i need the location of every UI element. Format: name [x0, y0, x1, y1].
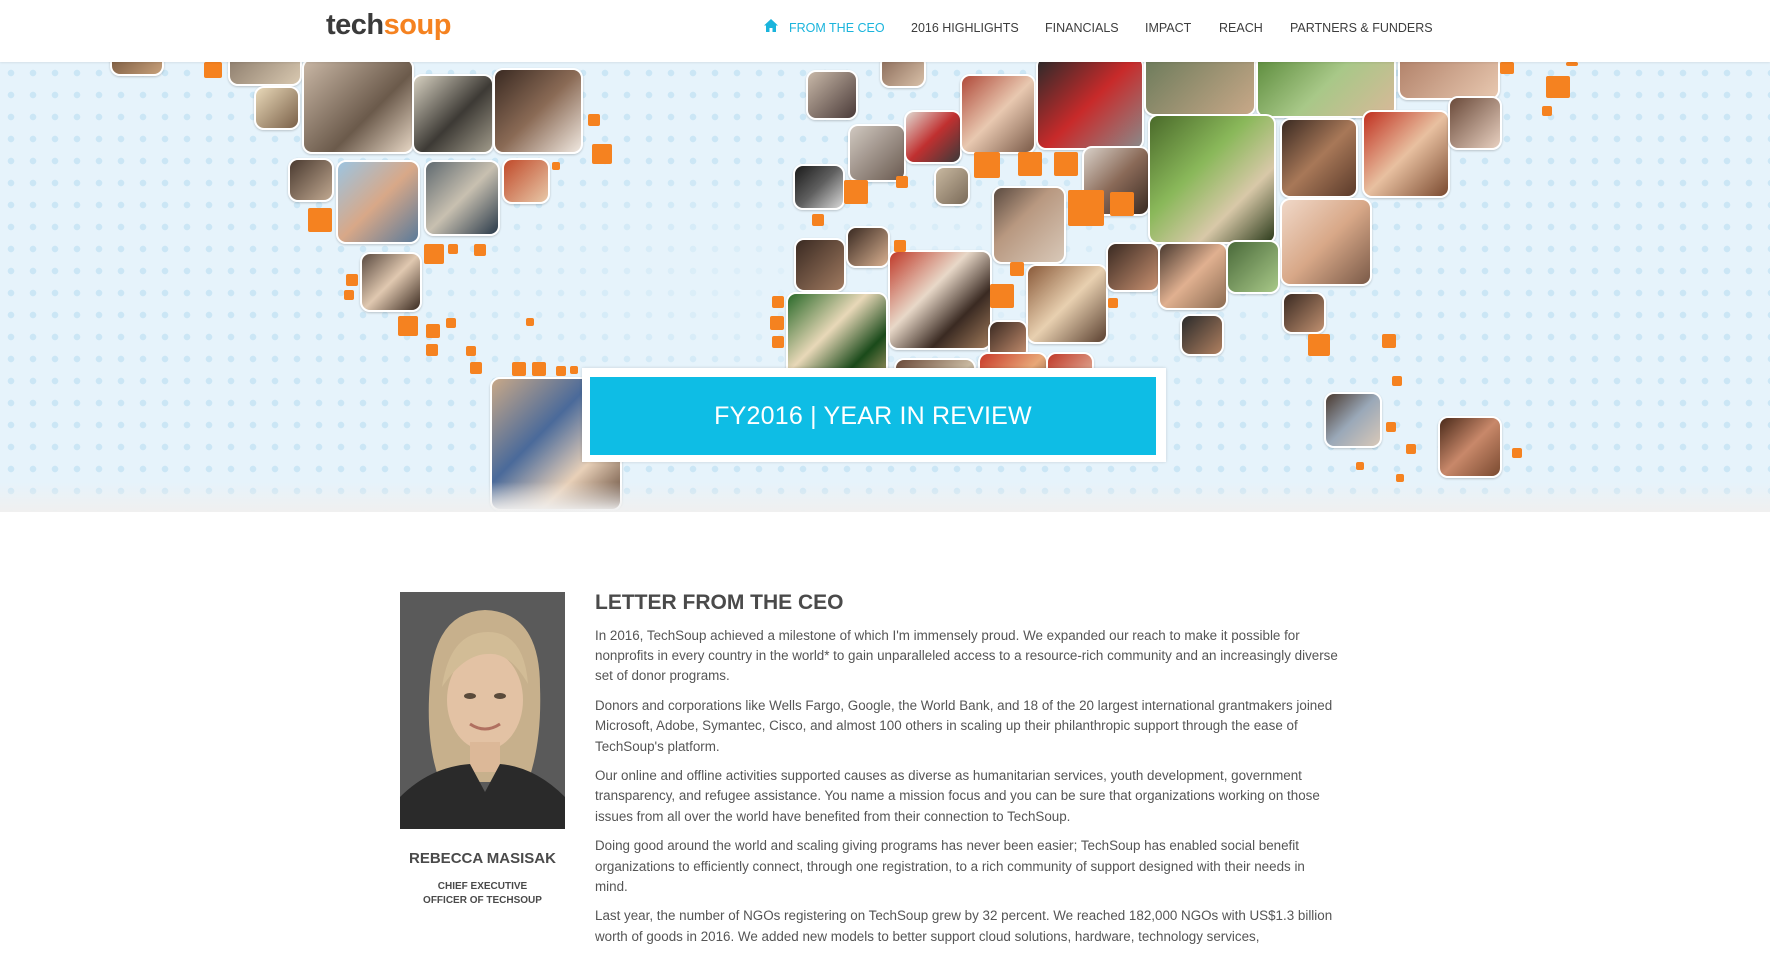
photo-tile — [360, 252, 422, 312]
ceo-portrait-illustration — [400, 592, 565, 829]
photo-tile — [1036, 62, 1144, 150]
photo-tile — [302, 62, 414, 154]
home-icon[interactable] — [763, 18, 779, 34]
ceo-portrait — [400, 592, 565, 829]
photo-tile — [254, 86, 300, 130]
photo-tile — [1324, 392, 1382, 448]
nav-from-the-ceo[interactable]: FROM THE CEO — [789, 21, 885, 35]
photo-tile — [228, 62, 302, 86]
photo-tile — [888, 250, 992, 350]
photo-tile — [848, 124, 906, 182]
photo-tile — [1106, 242, 1160, 292]
photo-tile — [1448, 96, 1502, 150]
site-header: techsoup FROM THE CEO 2016 HIGHLIGHTS FI… — [0, 0, 1770, 62]
letter-paragraph: Doing good around the world and scaling … — [595, 838, 1305, 894]
photo-tile — [1438, 416, 1502, 478]
letter-paragraph: In 2016, TechSoup achieved a milestone o… — [595, 628, 1338, 684]
ceo-title-line2: OFFICER OF TECHSOUP — [423, 895, 542, 906]
photo-tile — [110, 62, 164, 76]
photo-tile — [960, 74, 1036, 154]
logo-soup: soup — [383, 9, 452, 41]
ceo-name: REBECCA MASISAK — [409, 850, 556, 867]
techsoup-logo[interactable]: techsoup — [326, 9, 451, 42]
photo-tile — [1280, 198, 1372, 286]
photo-tile — [1398, 62, 1500, 100]
hero-photo-map: FY2016 | YEAR IN REVIEW — [0, 62, 1770, 512]
nav-financials[interactable]: FINANCIALS — [1045, 21, 1119, 35]
photo-tile — [1280, 118, 1358, 198]
photo-tile — [412, 74, 494, 154]
nav-2016-highlights[interactable]: 2016 HIGHLIGHTS — [911, 21, 1019, 35]
letter-heading: LETTER FROM THE CEO — [595, 591, 844, 614]
nav-impact[interactable]: IMPACT — [1145, 21, 1191, 35]
letter-paragraph: Our online and offline activities suppor… — [595, 768, 1320, 824]
photo-tile — [806, 70, 858, 120]
photo-tile — [502, 158, 550, 204]
photo-tile — [880, 62, 926, 88]
photo-tile — [424, 160, 500, 236]
letter-paragraph: Last year, the number of NGOs registerin… — [595, 908, 1333, 944]
photo-tile — [1226, 240, 1280, 294]
ceo-title: CHIEF EXECUTIVE OFFICER OF TECHSOUP — [400, 880, 565, 908]
photo-tile — [794, 238, 846, 292]
letter-body: In 2016, TechSoup achieved a milestone o… — [595, 626, 1340, 956]
letter-paragraph: Donors and corporations like Wells Fargo… — [595, 698, 1333, 754]
nav-reach[interactable]: REACH — [1219, 21, 1263, 35]
photo-tile — [904, 110, 962, 164]
ceo-title-line1: CHIEF EXECUTIVE — [437, 881, 528, 892]
photo-tile — [934, 166, 970, 206]
photo-tile — [336, 160, 420, 244]
photo-tile — [288, 158, 334, 202]
photo-tile — [992, 186, 1066, 264]
photo-tile — [493, 68, 583, 154]
photo-tile — [1282, 292, 1326, 334]
photo-tile — [1144, 62, 1256, 116]
photo-tile — [793, 164, 845, 210]
photo-tile — [1026, 264, 1108, 344]
photo-tile — [1158, 242, 1228, 310]
logo-tech: tech — [326, 9, 384, 41]
nav-partners-funders[interactable]: PARTNERS & FUNDERS — [1290, 21, 1433, 35]
photo-tile — [1180, 314, 1224, 356]
year-in-review-banner: FY2016 | YEAR IN REVIEW — [590, 377, 1156, 455]
photo-tile — [1362, 110, 1450, 198]
photo-tile — [846, 226, 890, 268]
photo-tile — [1148, 114, 1276, 244]
